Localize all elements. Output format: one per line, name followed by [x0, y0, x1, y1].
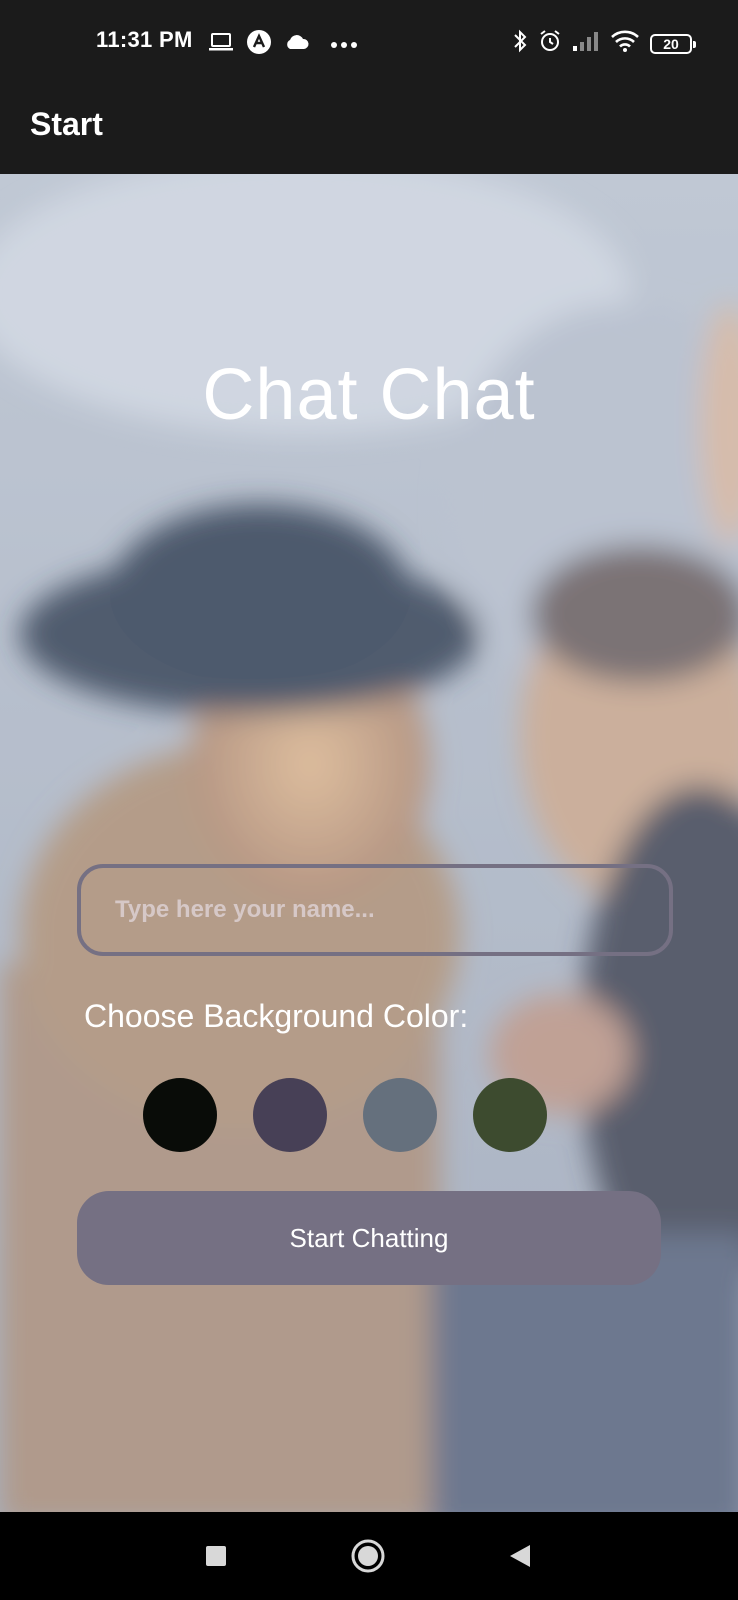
cloud-icon — [284, 33, 310, 56]
app-screen: 11:31 PM 20 Start Chat Chat Type here yo… — [0, 0, 738, 1600]
color-swatch-green[interactable] — [473, 1078, 547, 1152]
recents-square-icon[interactable] — [194, 1534, 238, 1578]
back-triangle-icon[interactable] — [498, 1534, 542, 1578]
app-bar-title: Start — [30, 106, 103, 142]
status-right-icons: 20 — [512, 28, 696, 59]
battery-indicator: 20 — [650, 33, 696, 54]
status-left-icons — [208, 29, 358, 60]
start-chatting-button[interactable]: Start Chatting — [77, 1191, 661, 1285]
status-bar: 11:31 PM 20 — [0, 0, 738, 84]
signal-icon — [572, 30, 600, 57]
wifi-icon — [610, 29, 640, 58]
color-swatch-grey[interactable] — [363, 1078, 437, 1152]
name-input[interactable] — [77, 864, 673, 956]
more-dots-icon — [330, 36, 358, 54]
alarm-icon — [538, 29, 562, 58]
color-options — [143, 1078, 547, 1152]
bluetooth-icon — [512, 28, 528, 59]
status-time: 11:31 PM — [96, 27, 193, 52]
color-swatch-black[interactable] — [143, 1078, 217, 1152]
app-title: Chat Chat — [202, 355, 536, 435]
navigation-bar — [0, 1512, 738, 1600]
app-logo-icon — [246, 29, 272, 60]
laptop-icon — [208, 32, 234, 57]
start-screen-content: Chat Chat Choose Background Color: Start… — [0, 174, 738, 1512]
home-circle-icon[interactable] — [346, 1534, 390, 1578]
choose-color-label: Choose Background Color: — [84, 998, 469, 1034]
app-bar: Start — [0, 84, 738, 174]
color-swatch-purple[interactable] — [253, 1078, 327, 1152]
